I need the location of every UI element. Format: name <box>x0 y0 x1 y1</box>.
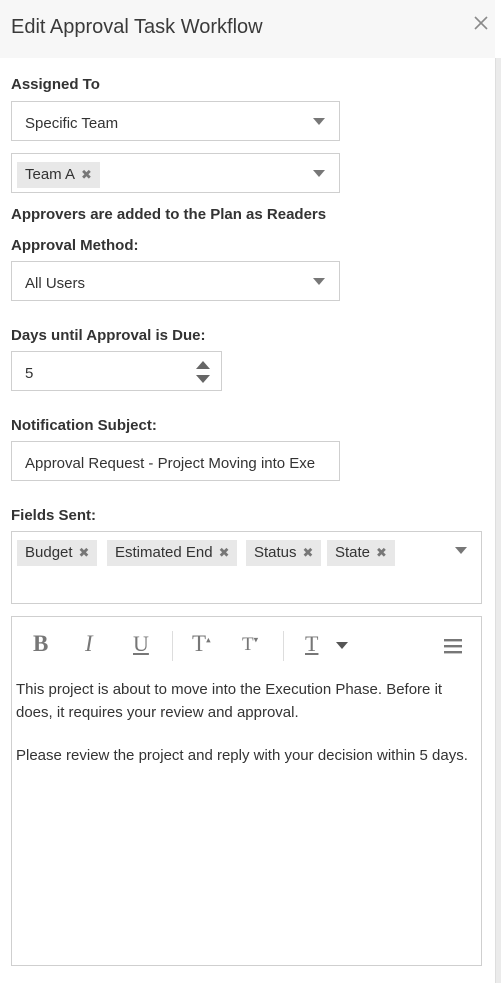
chip-remove-icon[interactable]: ✖ <box>81 167 92 182</box>
field-chip-label: Status <box>254 544 297 561</box>
close-icon[interactable] <box>470 12 492 34</box>
menu-icon[interactable] <box>443 637 463 655</box>
field-chip-status: Status ✖ <box>246 540 322 566</box>
editor-paragraph: This project is about to move into the E… <box>16 681 443 721</box>
days-due-label: Days until Approval is Due: <box>11 327 206 344</box>
field-chip-state: State ✖ <box>327 540 395 566</box>
rich-text-editor[interactable]: B I U T▴ T▾ T This project is about to m… <box>11 616 482 966</box>
notification-subject-label: Notification Subject: <box>11 417 157 434</box>
approval-method-label: Approval Method: <box>11 237 139 254</box>
italic-button[interactable]: I <box>85 631 93 657</box>
field-chip-estimated-end: Estimated End ✖ <box>107 540 238 566</box>
dialog-header: Edit Approval Task Workflow <box>0 0 495 58</box>
approvers-note: Approvers are added to the Plan as Reade… <box>11 206 327 223</box>
subscript-label: T <box>242 634 254 655</box>
chevron-down-icon <box>313 170 325 177</box>
team-chip: Team A ✖ <box>17 162 100 188</box>
fields-sent-label: Fields Sent: <box>11 507 97 524</box>
chevron-down-icon[interactable] <box>336 642 348 649</box>
approval-method-value: All Users <box>25 275 86 292</box>
subscript-button[interactable]: T▾ <box>242 634 258 656</box>
assigned-type-select[interactable]: Specific Team <box>11 101 340 141</box>
chip-remove-icon[interactable]: ✖ <box>303 545 314 560</box>
approval-method-select[interactable]: All Users <box>11 261 340 301</box>
field-chip-label: State <box>335 544 371 561</box>
superscript-label: T <box>192 631 207 656</box>
notification-subject-input[interactable]: Approval Request - Project Moving into E… <box>11 441 340 481</box>
assigned-to-label: Assigned To <box>11 76 100 93</box>
team-multiselect[interactable]: Team A ✖ <box>11 153 340 193</box>
dialog-title: Edit Approval Task Workflow <box>11 16 263 38</box>
field-chip-label: Budget <box>25 544 73 561</box>
chip-remove-icon[interactable]: ✖ <box>79 545 90 560</box>
fields-sent-multiselect[interactable]: Budget ✖ Estimated End ✖ Status ✖ State ✖ <box>11 531 482 604</box>
editor-paragraph: Please review the project and reply with… <box>16 747 468 764</box>
text-format-button[interactable]: T <box>305 631 318 657</box>
chip-remove-icon[interactable]: ✖ <box>376 545 387 560</box>
field-chip-budget: Budget ✖ <box>17 540 98 566</box>
superscript-button[interactable]: T▴ <box>192 631 211 657</box>
spin-up-icon[interactable] <box>196 361 210 369</box>
bold-button[interactable]: B <box>33 631 48 657</box>
chevron-down-icon <box>313 278 325 285</box>
chevron-down-icon <box>455 547 467 554</box>
notification-subject-value: Approval Request - Project Moving into E… <box>25 455 316 472</box>
team-chip-label: Team A <box>25 166 76 183</box>
assigned-type-value: Specific Team <box>25 115 119 132</box>
toolbar-divider <box>172 631 173 661</box>
spin-down-icon[interactable] <box>196 375 210 383</box>
editor-body[interactable]: This project is about to move into the E… <box>16 678 478 787</box>
chevron-down-icon <box>313 118 325 125</box>
chip-remove-icon[interactable]: ✖ <box>219 545 230 560</box>
underline-button[interactable]: U <box>133 631 149 657</box>
toolbar-divider <box>283 631 284 661</box>
scrollbar[interactable] <box>495 58 501 983</box>
days-due-value: 5 <box>25 365 34 382</box>
field-chip-label: Estimated End <box>115 544 213 561</box>
days-due-stepper[interactable]: 5 <box>11 351 222 391</box>
